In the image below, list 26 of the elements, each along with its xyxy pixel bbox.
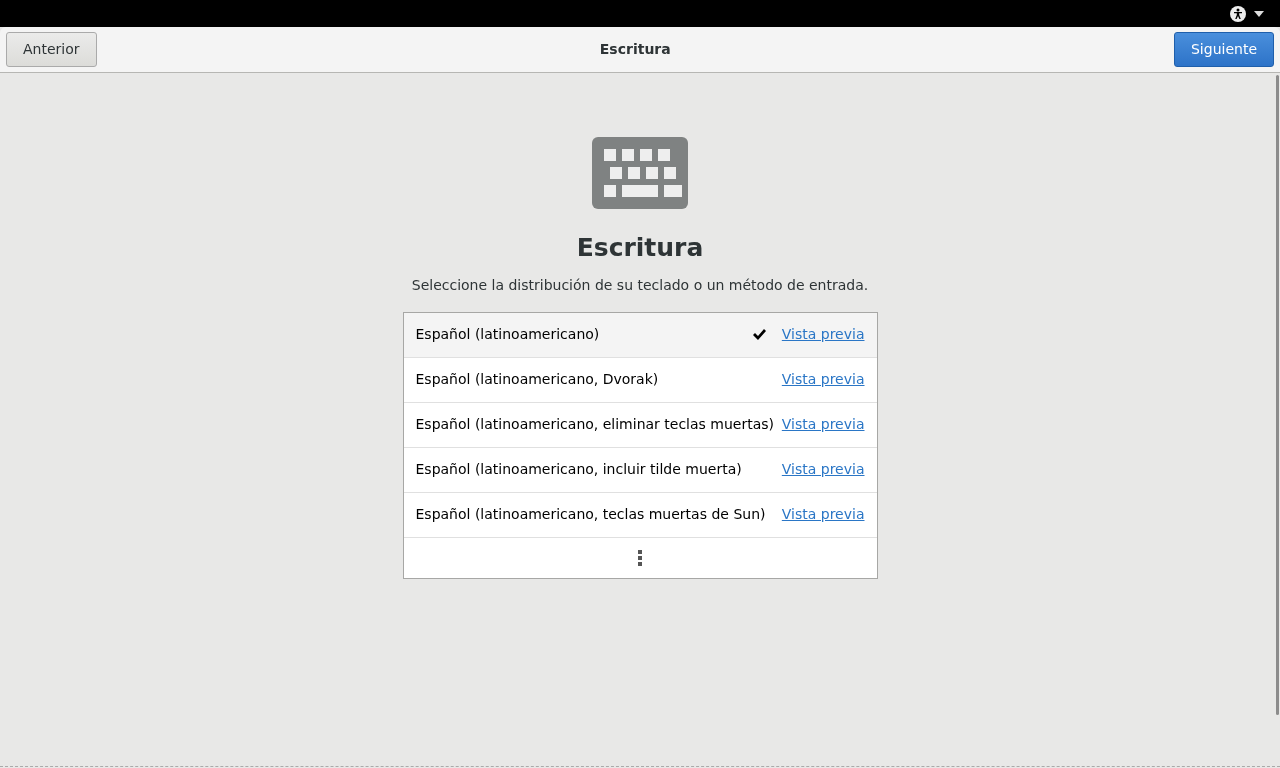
preview-link[interactable]: Vista previa <box>781 324 865 345</box>
layout-row[interactable]: Español (latinoamericano, teclas muertas de Sun) Vista previa <box>403 492 877 538</box>
page-subtitle: Seleccione la distribución de su teclado o un método de entrada. <box>411 275 869 295</box>
page-heading: Escritura <box>576 232 704 264</box>
keyboard-icon <box>592 137 688 209</box>
window-title: Escritura <box>599 40 671 59</box>
check-icon <box>752 329 766 340</box>
layout-row[interactable]: Español (latinoamericano, incluir tilde muerta) Vista previa <box>403 447 877 493</box>
layout-row[interactable]: Español (latinoamericano) Vista previa <box>403 312 877 358</box>
layout-row[interactable]: Español (latinoamericano, eliminar teclas muertas) Vista previa <box>403 402 877 448</box>
preview-link[interactable]: Vista previa <box>781 504 865 525</box>
layout-name: Español (latinoamericano, teclas muertas de Sun) <box>415 505 767 524</box>
preview-link[interactable]: Vista previa <box>781 414 865 435</box>
back-button[interactable]: Anterior <box>6 32 97 67</box>
more-icon[interactable] <box>638 549 642 566</box>
scrollbar[interactable] <box>1276 75 1279 715</box>
layout-row[interactable]: Español (latinoamericano, Dvorak) Vista previa <box>403 357 877 403</box>
caret-icon[interactable] <box>1254 10 1264 17</box>
layout-name: Español (latinoamericano, eliminar teclas muertas) <box>415 415 776 434</box>
layout-name: Español (latinoamericano, Dvorak) <box>415 370 660 389</box>
preview-link[interactable]: Vista previa <box>781 459 865 480</box>
next-button[interactable]: Siguiente <box>1174 32 1274 67</box>
accessibility-icon[interactable] <box>1230 5 1246 22</box>
preview-link[interactable]: Vista previa <box>781 369 865 390</box>
layout-name: Español (latinoamericano) <box>415 325 601 344</box>
layout-name: Español (latinoamericano, incluir tilde muerta) <box>415 460 743 479</box>
